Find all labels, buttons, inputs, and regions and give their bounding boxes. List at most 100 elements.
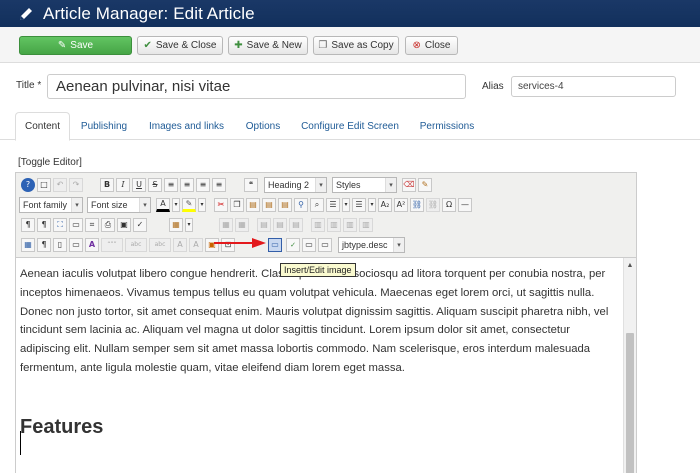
align-right-icon[interactable]: ≡: [196, 178, 210, 192]
close-button[interactable]: ⊗ Close: [405, 36, 458, 55]
format-select[interactable]: Heading 2 ▾: [264, 177, 327, 193]
action-toolbar: ✎ Save ✔ Save & Close ✚ Save & New ❐ Sav…: [0, 27, 700, 63]
page-break-icon[interactable]: ▭: [318, 238, 332, 252]
find-icon[interactable]: ⌕: [310, 198, 324, 212]
font-size-select[interactable]: Font size ▾: [87, 197, 151, 213]
scrollbar-thumb[interactable]: [626, 333, 634, 473]
delete-row-icon[interactable]: ▤: [289, 218, 303, 232]
abbreviation-icon[interactable]: abc: [125, 238, 147, 252]
insert-row-before-icon[interactable]: ▤: [257, 218, 271, 232]
title-input[interactable]: Aenean pulvinar, nisi vitae: [47, 74, 466, 99]
numbered-list-icon[interactable]: ☰: [352, 198, 366, 212]
undo-icon[interactable]: ↶: [53, 178, 67, 192]
unlink-icon[interactable]: ⛓: [426, 198, 440, 212]
code-icon[interactable]: ⌗: [85, 218, 99, 232]
link-icon[interactable]: ⛓: [410, 198, 424, 212]
chevron-down-icon[interactable]: ▾: [368, 198, 376, 212]
help-icon[interactable]: ?: [21, 178, 35, 192]
pencil-icon: [20, 7, 32, 20]
spellcheck-abc-icon[interactable]: ✓: [286, 238, 300, 252]
spellcheck-icon[interactable]: ✓: [133, 218, 147, 232]
insert-media-icon[interactable]: ▦: [169, 218, 183, 232]
insert-column-before-icon[interactable]: ▥: [311, 218, 325, 232]
highlight-color-icon[interactable]: ✎: [182, 198, 196, 212]
toggle-editor-link[interactable]: [Toggle Editor]: [18, 157, 82, 168]
page-title: Article Manager: Edit Article: [43, 3, 255, 23]
paste-text-icon[interactable]: ▤: [262, 198, 276, 212]
insert-template-icon[interactable]: ▭: [69, 238, 83, 252]
cleanup-brush-icon[interactable]: ✎: [418, 178, 432, 192]
save-close-button[interactable]: ✔ Save & Close: [137, 36, 223, 55]
acronym-icon[interactable]: abc: [149, 238, 171, 252]
paste-word-icon[interactable]: ▤: [278, 198, 292, 212]
plus-icon: ✚: [234, 39, 243, 51]
editor-content[interactable]: Aenean iaculis volutpat libero congue he…: [20, 265, 616, 437]
special-character-icon[interactable]: Ω: [442, 198, 456, 212]
insert-image-icon[interactable]: ▭: [268, 238, 282, 252]
preview-icon[interactable]: ▭: [69, 218, 83, 232]
delete-column-icon[interactable]: ▥: [343, 218, 357, 232]
insert-column-after-icon[interactable]: ▥: [327, 218, 341, 232]
tab-configure-edit-screen[interactable]: Configure Edit Screen: [296, 112, 404, 140]
edit-icon: ✎: [57, 39, 67, 51]
paste-icon[interactable]: ▤: [246, 198, 260, 212]
superscript-icon[interactable]: A²: [394, 198, 408, 212]
copy-icon[interactable]: ❐: [230, 198, 244, 212]
editor-scrollbar[interactable]: ▲: [623, 258, 636, 473]
check-icon: ✔: [143, 39, 152, 51]
merge-cells-icon[interactable]: ▥: [359, 218, 373, 232]
align-justify-icon[interactable]: ≡: [164, 178, 178, 192]
tab-publishing[interactable]: Publishing: [74, 112, 134, 140]
horizontal-rule-icon[interactable]: —: [458, 198, 472, 212]
tab-permissions[interactable]: Permissions: [413, 112, 481, 140]
text-color-icon[interactable]: A: [156, 198, 170, 212]
rtl-icon[interactable]: ¶: [37, 218, 51, 232]
delete-text-icon[interactable]: A: [173, 238, 187, 252]
cut-icon[interactable]: ✂: [214, 198, 228, 212]
table-icon[interactable]: ▦: [219, 218, 233, 232]
chevron-down-icon[interactable]: ▾: [198, 198, 206, 212]
table-row-props-icon[interactable]: ▦: [235, 218, 249, 232]
insert-row-after-icon[interactable]: ▤: [273, 218, 287, 232]
bold-icon[interactable]: B: [100, 178, 114, 192]
print-icon[interactable]: ⎙: [101, 218, 115, 232]
bullet-list-icon[interactable]: ☰: [326, 198, 340, 212]
redo-icon[interactable]: ↷: [69, 178, 83, 192]
tab-options[interactable]: Options: [238, 112, 288, 140]
blockquote-icon[interactable]: ❝: [244, 178, 258, 192]
italic-icon[interactable]: I: [116, 178, 130, 192]
chevron-down-icon[interactable]: ▾: [342, 198, 350, 212]
styles-select[interactable]: Styles ▾: [332, 177, 397, 193]
tab-content[interactable]: Content: [15, 112, 70, 141]
subscript-icon[interactable]: A₂: [378, 198, 392, 212]
strikethrough-icon[interactable]: S: [148, 178, 162, 192]
save-as-copy-button[interactable]: ❐ Save as Copy: [313, 36, 399, 55]
fullscreen-icon[interactable]: ⛶: [53, 218, 67, 232]
scroll-up-icon[interactable]: ▲: [624, 258, 636, 272]
search-replace-icon[interactable]: ⚲: [294, 198, 308, 212]
alias-input[interactable]: services-4: [511, 76, 676, 97]
insert-text-icon[interactable]: A: [189, 238, 203, 252]
form-input-icon[interactable]: ▭: [302, 238, 316, 252]
class-select[interactable]: jbtype.desc ▾: [338, 237, 405, 253]
tab-images-and-links[interactable]: Images and links: [143, 112, 230, 140]
insert-file-icon[interactable]: ▯: [53, 238, 67, 252]
chevron-down-icon: ▾: [393, 238, 404, 252]
align-left-icon[interactable]: ≡: [212, 178, 226, 192]
font-family-select[interactable]: Font family ▾: [19, 197, 83, 213]
chevron-down-icon[interactable]: ▾: [172, 198, 180, 212]
chevron-down-icon[interactable]: ▾: [185, 218, 193, 232]
save-new-button[interactable]: ✚ Save & New: [228, 36, 308, 55]
citation-icon[interactable]: “””: [101, 238, 123, 252]
visual-aid-icon[interactable]: ▦: [21, 238, 35, 252]
title-label: Title *: [16, 80, 42, 91]
template-icon[interactable]: ▣: [117, 218, 131, 232]
font-style-icon[interactable]: A: [85, 238, 99, 252]
save-button[interactable]: ✎ Save: [19, 36, 132, 55]
eraser-icon[interactable]: ⌫: [402, 178, 416, 192]
ltr-icon[interactable]: ¶: [21, 218, 35, 232]
new-document-icon[interactable]: □: [37, 178, 51, 192]
show-blocks-icon[interactable]: ¶: [37, 238, 51, 252]
align-center-icon[interactable]: ≡: [180, 178, 194, 192]
underline-icon[interactable]: U: [132, 178, 146, 192]
